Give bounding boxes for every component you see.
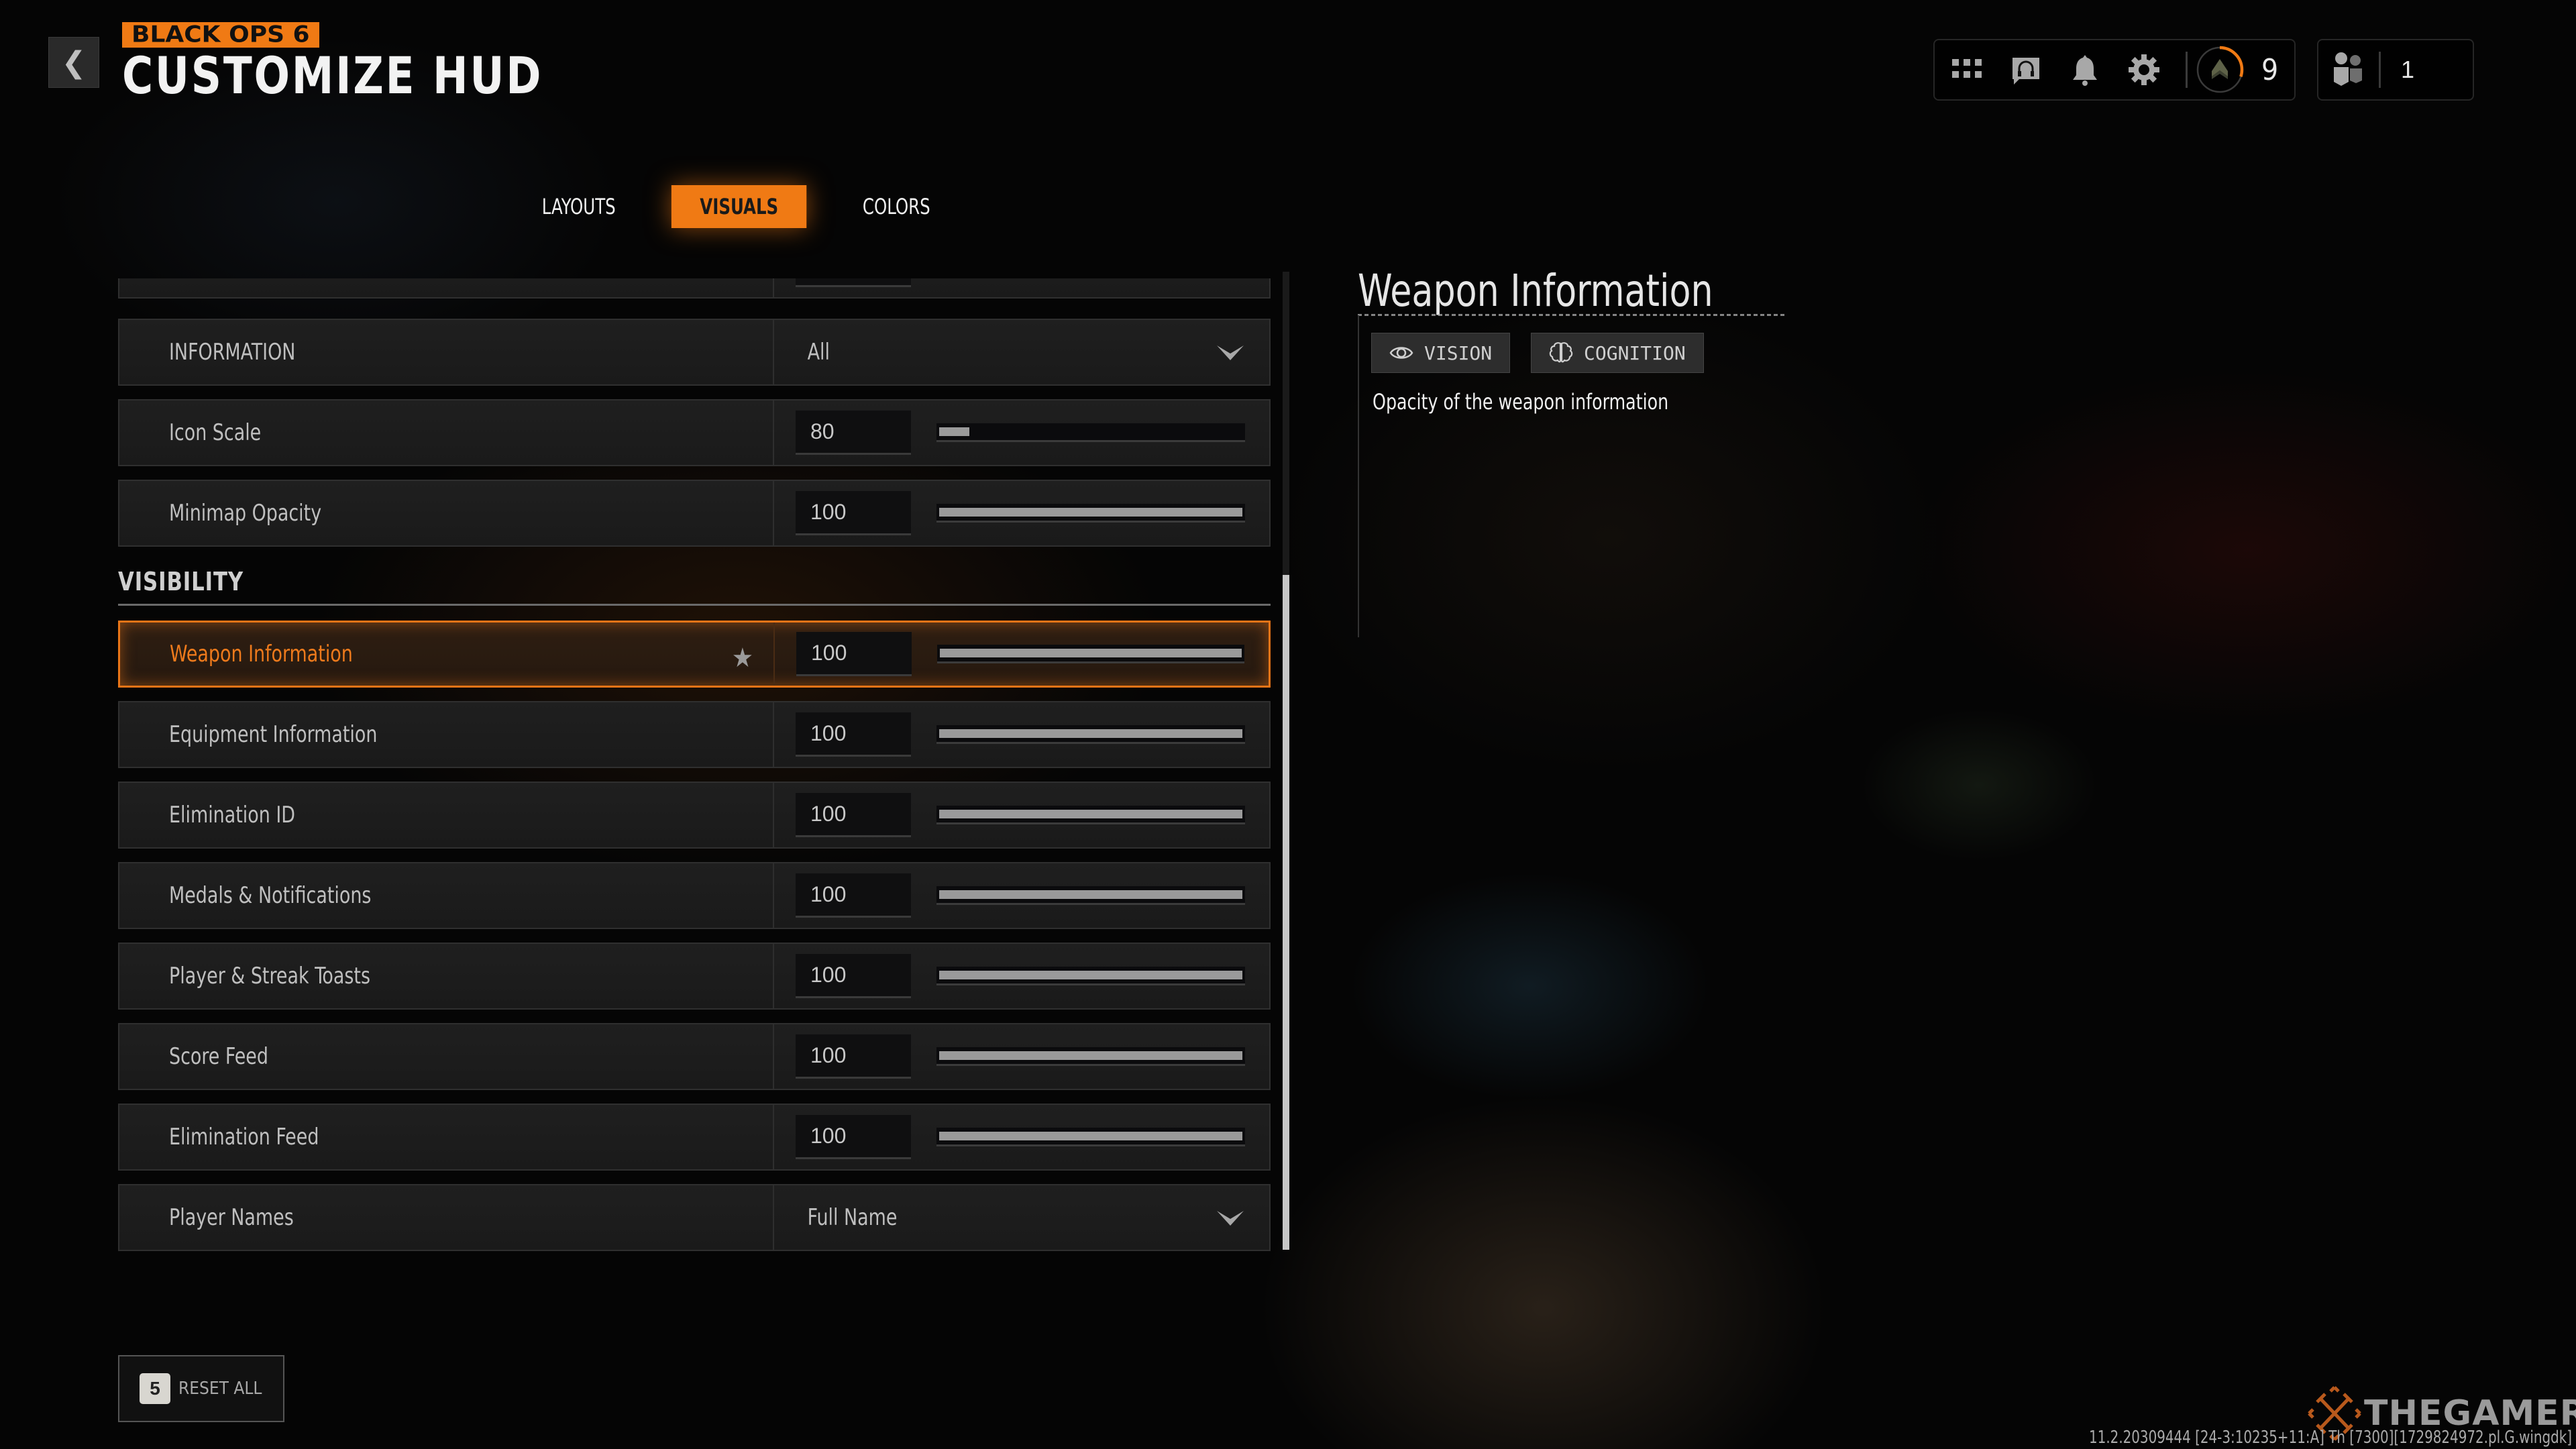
tag-label: COGNITION [1584,341,1686,364]
chevron-down-icon [1217,1211,1244,1226]
settings-row-elimination-feed[interactable]: Elimination Feed 100 [118,1104,1271,1171]
settings-row-cutoff[interactable] [118,278,1271,299]
dropdown-value: Full Name [807,1204,898,1231]
slider-fill [939,729,1242,738]
settings-row-equipment-information[interactable]: Equipment Information 100 [118,701,1271,768]
status-bar: 9 [1933,39,2296,101]
row-label: INFORMATION [169,339,296,366]
row-label: Elimination ID [169,802,296,828]
slider[interactable] [936,504,1245,523]
value-input[interactable]: 100 [796,1034,911,1079]
gear-icon[interactable] [2125,51,2163,89]
grid-menu-icon[interactable] [1948,51,1986,89]
info-panel-border [1358,315,1359,637]
info-title: Weapon Information [1358,265,1713,317]
row-label: Player & Streak Toasts [169,963,370,989]
section-divider [118,604,1271,606]
settings-row-weapon-information[interactable]: Weapon Information ★ 100 [118,621,1271,688]
tag-cognition[interactable]: COGNITION [1531,333,1704,373]
value-input[interactable]: 100 [796,491,911,535]
settings-row-elimination-id[interactable]: Elimination ID 100 [118,782,1271,849]
row-label: Equipment Information [169,721,378,748]
slider-fill [940,649,1242,657]
tab-visuals[interactable]: VISUALS [672,185,808,228]
party-box[interactable]: 1 [2317,39,2474,101]
party-count: 1 [2401,56,2415,83]
info-title-underline [1358,314,1787,316]
settings-row-information[interactable]: INFORMATION All [118,319,1271,386]
value-input[interactable]: 80 [796,411,911,455]
settings-row-minimap-opacity[interactable]: Minimap Opacity 100 [118,480,1271,547]
rank-progress-ring[interactable] [2194,44,2245,95]
settings-row-score-feed[interactable]: Score Feed 100 [118,1023,1271,1090]
page-title: CUSTOMIZE HUD [122,46,543,105]
back-button[interactable]: ❮ [48,37,99,88]
tab-layouts[interactable]: LAYOUTS [526,185,632,228]
settings-row-medals-notifications[interactable]: Medals & Notifications 100 [118,862,1271,929]
row-label: Minimap Opacity [169,500,322,527]
slider[interactable] [936,725,1245,744]
row-label: Elimination Feed [169,1124,319,1150]
tab-colors[interactable]: COLORS [847,185,946,228]
slider[interactable] [936,1047,1245,1066]
tab-bar: LAYOUTS VISUALS COLORS [517,185,973,228]
scrollbar[interactable] [1283,272,1289,1250]
settings-row-player-names[interactable]: Player Names Full Name [118,1184,1271,1251]
chevron-down-icon [1217,345,1244,360]
slider[interactable] [936,423,1245,442]
value-input[interactable] [796,278,911,287]
chevron-left-icon: ❮ [61,46,87,79]
value-input[interactable]: 100 [796,712,911,757]
tag-vision[interactable]: VISION [1371,333,1511,373]
row-label: Score Feed [169,1043,268,1070]
value-input[interactable]: 100 [796,873,911,918]
brain-icon [1549,342,1573,363]
slider-fill [939,890,1242,899]
value-input[interactable]: 100 [796,632,912,676]
settings-list: INFORMATION All Icon Scale 80 Minimap Op… [118,278,1272,1251]
tag-label: VISION [1424,341,1493,364]
chevron-rank-icon [2212,59,2228,79]
key-hint-badge: 5 [140,1373,170,1404]
slider-fill [939,427,970,436]
slider-fill [939,971,1242,979]
slider[interactable] [936,1128,1245,1146]
reset-all-label: RESET ALL [178,1379,262,1399]
slider-fill [939,810,1242,818]
row-label: Player Names [169,1204,294,1231]
bell-icon[interactable] [2066,51,2104,89]
value-input[interactable]: 100 [796,793,911,837]
row-label: Icon Scale [169,419,262,446]
player-level: 9 [2261,52,2279,87]
divider [2379,52,2381,88]
settings-row-icon-scale[interactable]: Icon Scale 80 [118,399,1271,466]
slider-fill [939,1132,1242,1140]
slider[interactable] [937,645,1244,663]
info-description: Opacity of the weapon information [1373,389,1669,415]
slider-fill [939,508,1242,517]
build-version: 11.2.20309444 [24-3:10235+11:A] Th [7300… [2088,1428,2572,1448]
value-input[interactable]: 100 [796,954,911,998]
row-label: Weapon Information [170,641,353,667]
scrollbar-thumb[interactable] [1283,574,1289,1250]
dropdown-player-names[interactable]: Full Name [774,1185,1269,1250]
slider[interactable] [936,967,1245,985]
slider[interactable] [936,886,1245,905]
headset-chat-icon[interactable] [2007,51,2045,89]
game-logo: BLACK OPS 6 [122,22,319,48]
dropdown-value: All [807,339,830,366]
star-icon[interactable]: ★ [732,643,753,674]
reset-all-button[interactable]: 5 RESET ALL [118,1355,284,1422]
settings-row-player-streak-toasts[interactable]: Player & Streak Toasts 100 [118,943,1271,1010]
slider-fill [939,1051,1242,1060]
dropdown-information[interactable]: All [774,320,1269,384]
party-members-icon [2332,51,2364,89]
value-input[interactable]: 100 [796,1115,911,1159]
eye-icon [1389,347,1413,359]
row-label: Medals & Notifications [169,882,372,909]
slider[interactable] [936,806,1245,824]
section-title-visibility: VISIBILITY [118,567,244,596]
divider [2186,52,2188,88]
